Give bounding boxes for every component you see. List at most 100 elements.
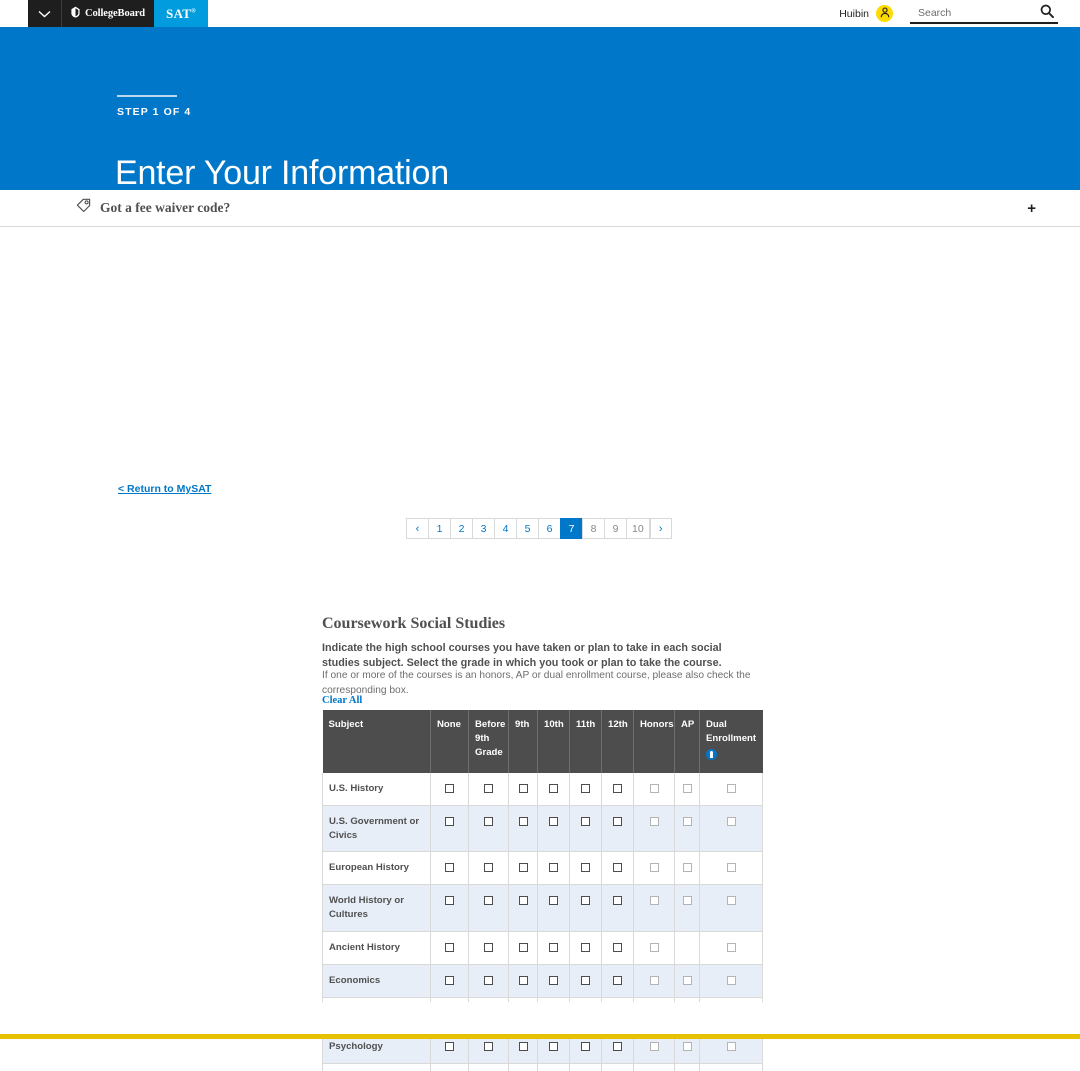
checkbox-9th[interactable] bbox=[518, 863, 528, 873]
cell-before-9th-grade[interactable] bbox=[468, 1063, 509, 1071]
pagination-page-3[interactable]: 3 bbox=[472, 518, 494, 539]
checkbox-10th[interactable] bbox=[549, 863, 558, 873]
checkbox-11th[interactable] bbox=[581, 816, 590, 826]
checkbox-ap[interactable] bbox=[682, 976, 692, 986]
checkbox-honors[interactable] bbox=[649, 783, 659, 793]
cell-12th[interactable] bbox=[601, 772, 634, 806]
cell-10th[interactable] bbox=[537, 851, 570, 886]
cell-10th[interactable] bbox=[537, 1063, 570, 1071]
checkbox-11th[interactable] bbox=[581, 943, 590, 953]
cell-9th[interactable] bbox=[508, 964, 538, 998]
checkbox-before-9th-grade[interactable] bbox=[484, 943, 493, 953]
pagination-page-1[interactable]: 1 bbox=[428, 518, 450, 539]
cell-9th[interactable] bbox=[508, 851, 538, 886]
cell-none[interactable] bbox=[430, 805, 469, 853]
cell-11th[interactable] bbox=[569, 851, 602, 886]
checkbox-11th[interactable] bbox=[581, 783, 590, 793]
cell-dual-enrollment[interactable] bbox=[699, 964, 763, 998]
checkbox-ap[interactable] bbox=[682, 1041, 692, 1051]
checkbox-none[interactable] bbox=[445, 896, 454, 906]
pagination-page-10[interactable]: 10 bbox=[626, 518, 650, 539]
cell-12th[interactable] bbox=[601, 964, 634, 998]
cell-ap[interactable] bbox=[674, 884, 700, 933]
return-to-mysat-link[interactable]: < Return to MySAT bbox=[118, 483, 211, 495]
cell-none[interactable] bbox=[430, 884, 469, 933]
cell-ap[interactable] bbox=[674, 772, 700, 806]
pagination-page-6[interactable]: 6 bbox=[538, 518, 560, 539]
cell-12th[interactable] bbox=[601, 884, 634, 933]
checkbox-dual-enrollment[interactable] bbox=[726, 863, 736, 873]
menu-toggle-button[interactable] bbox=[28, 0, 62, 27]
cell-10th[interactable] bbox=[537, 931, 570, 966]
cell-12th[interactable] bbox=[601, 851, 634, 886]
checkbox-12th[interactable] bbox=[613, 1041, 622, 1051]
pagination-page-7[interactable]: 7 bbox=[560, 518, 582, 539]
checkbox-11th[interactable] bbox=[581, 976, 590, 986]
checkbox-honors[interactable] bbox=[649, 976, 659, 986]
cell-before-9th-grade[interactable] bbox=[468, 884, 509, 933]
pagination-prev-button[interactable]: ‹ bbox=[406, 518, 428, 539]
cell-before-9th-grade[interactable] bbox=[468, 805, 509, 853]
clear-all-link[interactable]: Clear All bbox=[322, 695, 362, 706]
cell-honors[interactable] bbox=[633, 884, 675, 933]
checkbox-dual-enrollment[interactable] bbox=[726, 976, 736, 986]
cell-dual-enrollment[interactable] bbox=[699, 851, 763, 886]
collegeboard-logo-link[interactable]: CollegeBoard bbox=[62, 0, 155, 27]
avatar[interactable] bbox=[876, 5, 893, 22]
checkbox-10th[interactable] bbox=[549, 816, 558, 826]
checkbox-9th[interactable] bbox=[518, 816, 528, 826]
checkbox-none[interactable] bbox=[445, 1041, 454, 1051]
cell-honors[interactable] bbox=[633, 851, 675, 886]
checkbox-ap[interactable] bbox=[682, 863, 692, 873]
checkbox-12th[interactable] bbox=[613, 976, 622, 986]
cell-11th[interactable] bbox=[569, 805, 602, 853]
checkbox-honors[interactable] bbox=[649, 1041, 659, 1051]
checkbox-11th[interactable] bbox=[581, 896, 590, 906]
checkbox-honors[interactable] bbox=[649, 816, 659, 826]
checkbox-9th[interactable] bbox=[518, 943, 528, 953]
cell-10th[interactable] bbox=[537, 884, 570, 933]
cell-11th[interactable] bbox=[569, 964, 602, 998]
checkbox-none[interactable] bbox=[445, 863, 454, 873]
cell-10th[interactable] bbox=[537, 964, 570, 998]
pagination-page-8[interactable]: 8 bbox=[582, 518, 604, 539]
checkbox-before-9th-grade[interactable] bbox=[484, 863, 493, 873]
search-button[interactable] bbox=[1040, 4, 1054, 21]
checkbox-12th[interactable] bbox=[613, 896, 622, 906]
cell-none[interactable] bbox=[430, 931, 469, 966]
cell-12th[interactable] bbox=[601, 931, 634, 966]
fee-waiver-accordion[interactable]: Got a fee waiver code? + bbox=[0, 190, 1080, 227]
checkbox-9th[interactable] bbox=[518, 896, 528, 906]
checkbox-before-9th-grade[interactable] bbox=[484, 816, 493, 826]
cell-before-9th-grade[interactable] bbox=[468, 931, 509, 966]
cell-dual-enrollment[interactable] bbox=[699, 1063, 763, 1071]
cell-11th[interactable] bbox=[569, 1063, 602, 1071]
checkbox-before-9th-grade[interactable] bbox=[484, 1041, 493, 1051]
cell-9th[interactable] bbox=[508, 1063, 538, 1071]
cell-none[interactable] bbox=[430, 851, 469, 886]
cell-none[interactable] bbox=[430, 964, 469, 998]
pagination-page-2[interactable]: 2 bbox=[450, 518, 472, 539]
cell-ap[interactable] bbox=[674, 964, 700, 998]
cell-dual-enrollment[interactable] bbox=[699, 805, 763, 853]
cell-11th[interactable] bbox=[569, 772, 602, 806]
cell-12th[interactable] bbox=[601, 805, 634, 853]
checkbox-11th[interactable] bbox=[581, 1041, 590, 1051]
checkbox-honors[interactable] bbox=[649, 943, 659, 953]
checkbox-ap[interactable] bbox=[682, 896, 692, 906]
checkbox-none[interactable] bbox=[445, 816, 454, 826]
checkbox-none[interactable] bbox=[445, 976, 454, 986]
cell-9th[interactable] bbox=[508, 884, 538, 933]
cell-honors[interactable] bbox=[633, 931, 675, 966]
checkbox-dual-enrollment[interactable] bbox=[726, 1041, 736, 1051]
checkbox-12th[interactable] bbox=[613, 943, 622, 953]
cell-12th[interactable] bbox=[601, 1063, 634, 1071]
checkbox-dual-enrollment[interactable] bbox=[726, 896, 736, 906]
checkbox-ap[interactable] bbox=[682, 783, 692, 793]
cell-9th[interactable] bbox=[508, 772, 538, 806]
cell-9th[interactable] bbox=[508, 931, 538, 966]
search-box[interactable] bbox=[910, 3, 1058, 24]
checkbox-10th[interactable] bbox=[549, 943, 558, 953]
checkbox-11th[interactable] bbox=[581, 863, 590, 873]
cell-honors[interactable] bbox=[633, 964, 675, 998]
